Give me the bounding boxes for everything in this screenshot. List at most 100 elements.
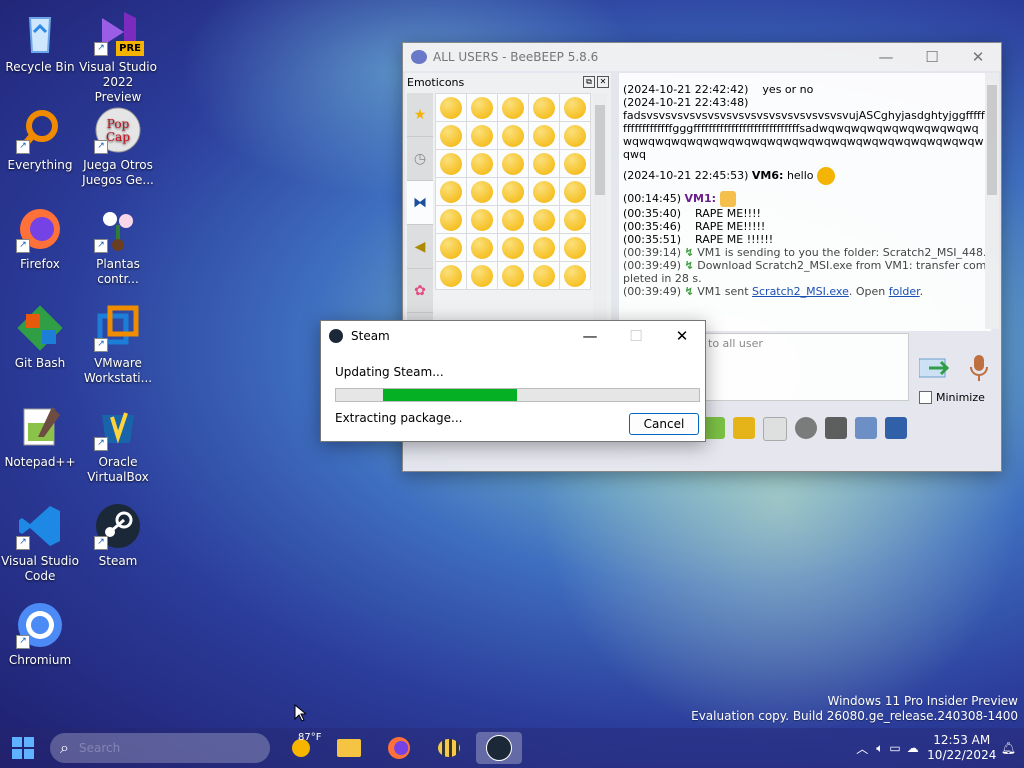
desktop-icon-plantas[interactable]: ↗ Plantas contr... — [78, 205, 158, 287]
emoticon-button[interactable] — [528, 205, 560, 234]
emoticon-button[interactable] — [435, 261, 467, 290]
emoticon-button[interactable] — [435, 233, 467, 262]
emoticon-button[interactable] — [497, 149, 529, 178]
network-offline-icon[interactable]: ☁︎ — [907, 741, 919, 755]
desktop-icon-virtualbox[interactable]: ↗ Oracle VirtualBox — [78, 403, 158, 485]
folder-link[interactable]: folder — [889, 285, 920, 298]
emoticon-button[interactable] — [528, 233, 560, 262]
emoticon-button[interactable] — [466, 149, 498, 178]
microphone-icon[interactable] — [969, 355, 989, 381]
emoticon-button[interactable] — [466, 177, 498, 206]
clock[interactable]: 12:53 AM 10/22/2024 — [927, 733, 997, 763]
start-button[interactable] — [12, 737, 34, 759]
record-icon[interactable] — [795, 417, 817, 439]
emoticon-button[interactable] — [435, 177, 467, 206]
emoticon-button[interactable] — [497, 205, 529, 234]
emoticon-button[interactable] — [466, 93, 498, 122]
taskbar-search[interactable]: ⌕ Search — [50, 733, 270, 763]
emoticon-button[interactable] — [559, 177, 591, 206]
steam-update-dialog[interactable]: Steam — ☐ ✕ Updating Steam... Extracting… — [320, 320, 706, 442]
minimize-checkbox[interactable]: Minimize — [919, 391, 985, 404]
recent-tab[interactable]: ◷ — [407, 137, 433, 181]
minimize-button[interactable]: — — [863, 43, 909, 71]
code-icon[interactable] — [763, 417, 787, 441]
desktop-icon-label: Steam — [98, 554, 138, 568]
close-button[interactable]: ✕ — [955, 43, 1001, 71]
speaker-icon[interactable]: 🔈︎ — [876, 741, 883, 756]
send-file-icon[interactable] — [703, 417, 725, 439]
desktop-icon-visual-studio-2022[interactable]: PRE ↗ Visual Studio 2022 Preview — [78, 8, 158, 105]
disk-icon[interactable] — [885, 417, 907, 439]
emoticon-button[interactable] — [559, 205, 591, 234]
emoticon-button[interactable] — [435, 149, 467, 178]
weather-temp: 87°F — [298, 732, 322, 743]
desktop-icon-firefox[interactable]: ↗ Firefox — [0, 205, 80, 272]
emoticon-button[interactable] — [559, 233, 591, 262]
taskbar-steam[interactable] — [476, 732, 522, 764]
desktop-icon-chromium[interactable]: ↗ Chromium — [0, 601, 80, 668]
notification-bell-icon[interactable]: 🔔︎ — [1001, 741, 1016, 755]
emoticon-button[interactable] — [435, 205, 467, 234]
close-panel-button[interactable]: ✕ — [597, 76, 609, 88]
desktop-icon-vscode[interactable]: ↗ Visual Studio Code — [0, 502, 80, 584]
taskbar-firefox[interactable] — [382, 732, 416, 764]
emoticon-button[interactable] — [466, 233, 498, 262]
chat-message: (00:35:51) RAPE ME !!!!!! — [623, 233, 774, 246]
desktop-icon-recycle-bin[interactable]: Recycle Bin — [0, 8, 80, 75]
weather-widget[interactable]: 87°F — [284, 732, 322, 764]
favorites-tab[interactable]: ★ — [407, 93, 433, 137]
emoticon-button[interactable] — [435, 93, 467, 122]
objects-tab[interactable]: ◀ — [407, 225, 433, 269]
beebeep-titlebar[interactable]: ALL USERS - BeeBEEP 5.8.6 — ☐ ✕ — [403, 43, 1001, 71]
emoticon-button[interactable] — [497, 121, 529, 150]
desktop-icon-vmware[interactable]: ↗ VMware Workstati... — [78, 304, 158, 386]
emoticon-button[interactable] — [497, 261, 529, 290]
desktop-icon-label: Everything — [7, 158, 73, 172]
save-chat-icon[interactable] — [855, 417, 877, 439]
close-button[interactable]: ✕ — [659, 322, 705, 350]
emoticon-button[interactable] — [497, 93, 529, 122]
emoticon-button[interactable] — [528, 93, 560, 122]
emoticon-button[interactable] — [559, 149, 591, 178]
emoticon-button[interactable] — [559, 261, 591, 290]
send-folder-icon[interactable] — [733, 417, 755, 439]
emoticon-button[interactable] — [559, 93, 591, 122]
desktop-icon-label: Plantas contr... — [96, 257, 140, 286]
emoticon-button[interactable] — [528, 261, 560, 290]
smiley-icon — [471, 236, 493, 259]
emoticon-button[interactable] — [497, 177, 529, 206]
emoticon-button[interactable] — [528, 149, 560, 178]
smiley-icon — [533, 180, 555, 203]
search-placeholder: Search — [78, 741, 121, 755]
minimize-button[interactable]: — — [567, 322, 613, 350]
desktop-icon-steam[interactable]: ↗ Steam — [78, 502, 158, 569]
emoticon-button[interactable] — [466, 261, 498, 290]
maximize-button[interactable]: ☐ — [613, 322, 659, 350]
desktop-icon-notepad-plus-plus[interactable]: Notepad++ — [0, 403, 80, 470]
people-tab[interactable]: ⧓ — [407, 181, 433, 225]
file-link[interactable]: Scratch2_MSI.exe — [752, 285, 849, 298]
desktop-icon-git-bash[interactable]: Git Bash — [0, 304, 80, 371]
screenshot-icon[interactable] — [825, 417, 847, 439]
display-icon[interactable]: ▭ — [889, 741, 900, 755]
emoticon-button[interactable] — [528, 177, 560, 206]
emoticon-button[interactable] — [466, 205, 498, 234]
chat-scrollbar[interactable] — [985, 73, 999, 329]
emoticon-button[interactable] — [528, 121, 560, 150]
desktop-icon-everything[interactable]: ↗ Everything — [0, 106, 80, 173]
taskbar-beebeep[interactable] — [432, 732, 466, 764]
nature-tab[interactable]: ✿ — [407, 269, 433, 313]
taskbar-file-explorer[interactable] — [332, 732, 366, 764]
emoticon-button[interactable] — [466, 121, 498, 150]
maximize-button[interactable]: ☐ — [909, 43, 955, 71]
message-input[interactable]: to all user — [703, 333, 909, 401]
steam-dialog-titlebar[interactable]: Steam — ☐ ✕ — [321, 321, 705, 351]
emoticon-button[interactable] — [497, 233, 529, 262]
emoticon-button[interactable] — [435, 121, 467, 150]
desktop-icon-popcap-games[interactable]: Pop Cap ↗ Juega Otros Juegos Ge... — [78, 106, 158, 188]
float-panel-button[interactable]: ⧉ — [583, 76, 595, 88]
send-message-icon[interactable] — [918, 357, 950, 379]
cancel-button[interactable]: Cancel — [629, 413, 699, 435]
chevron-up-icon[interactable]: ︿ — [856, 740, 868, 757]
emoticon-button[interactable] — [559, 121, 591, 150]
